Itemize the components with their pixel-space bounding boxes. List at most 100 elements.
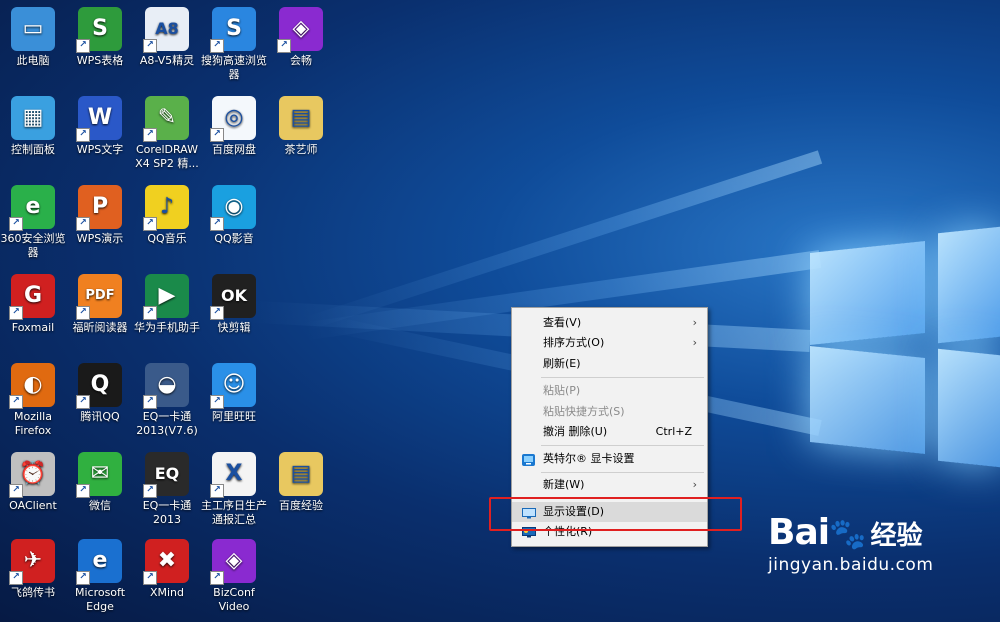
desktop-icon[interactable]: ▤ 茶艺师: [268, 96, 334, 157]
menu-item-view[interactable]: 查看(V) ›: [512, 313, 707, 333]
desktop-icon-label: EQ一卡通 2013: [142, 499, 192, 526]
desktop-icon[interactable]: W ↗ WPS文字: [67, 96, 133, 157]
desktop-icon[interactable]: ◐ ↗ Mozilla Firefox: [0, 363, 66, 438]
menu-separator: [541, 377, 704, 378]
desktop-icon[interactable]: ▭ 此电脑: [0, 7, 66, 68]
desktop-icon-label: QQ音乐: [147, 232, 187, 245]
shortcut-arrow-icon: ↗: [9, 395, 23, 409]
shortcut-arrow-icon: ↗: [143, 217, 157, 231]
desktop-icon-label: 腾讯QQ: [80, 410, 120, 423]
app-icon: X ↗: [210, 452, 256, 498]
desktop-icon-label: BizConf Video: [213, 586, 255, 613]
shortcut-arrow-icon: ↗: [143, 571, 157, 585]
shortcut-arrow-icon: ↗: [143, 395, 157, 409]
shortcut-arrow-icon: ↗: [9, 217, 23, 231]
desktop-icon-label: 360安全浏览器: [0, 232, 66, 259]
shortcut-arrow-icon: ↗: [76, 571, 90, 585]
app-icon: ▶ ↗: [143, 274, 189, 320]
shortcut-arrow-icon: ↗: [9, 484, 23, 498]
chevron-right-icon: ›: [692, 336, 697, 349]
desktop-icon-label: OAClient: [9, 499, 57, 512]
desktop-icon[interactable]: S ↗ 搜狗高速浏览器: [201, 7, 267, 82]
shortcut-arrow-icon: ↗: [277, 39, 291, 53]
shortcut-arrow-icon: ↗: [210, 571, 224, 585]
menu-separator: [541, 472, 704, 473]
highlight-box-display-settings: [489, 497, 742, 531]
desktop-icon[interactable]: ♪ ↗ QQ音乐: [134, 185, 200, 246]
desktop-icon[interactable]: ◒ ↗ EQ一卡通 2013(V7.6): [134, 363, 200, 438]
shortcut-arrow-icon: ↗: [76, 39, 90, 53]
desktop-icon[interactable]: G ↗ Foxmail: [0, 274, 66, 335]
desktop-icon[interactable]: ✉ ↗ 微信: [67, 452, 133, 513]
desktop-icon-label: 快剪辑: [217, 321, 251, 334]
desktop-icon[interactable]: P ↗ WPS演示: [67, 185, 133, 246]
menu-item-paste-shortcut: 粘贴快捷方式(S): [543, 405, 625, 418]
desktop-icon[interactable]: PDF ↗ 福昕阅读器: [67, 274, 133, 335]
desktop-icon[interactable]: ☺ ↗ 阿里旺旺: [201, 363, 267, 424]
app-icon: ▤: [279, 452, 323, 496]
desktop-icon[interactable]: ✎ ↗ CorelDRAW X4 SP2 精...: [134, 96, 200, 171]
menu-item-intel-graphics[interactable]: 英特尔® 显卡设置: [512, 449, 707, 469]
desktop-icon-label: 会畅: [290, 54, 312, 67]
app-icon: ▭: [11, 7, 55, 51]
menu-item-undo-delete[interactable]: 撤消 删除(U) Ctrl+Z: [512, 422, 707, 442]
shortcut-arrow-icon: ↗: [76, 306, 90, 320]
desktop-icon[interactable]: ◈ ↗ BizConf Video: [201, 539, 267, 614]
app-icon: ⏰ ↗: [9, 452, 55, 498]
desktop-icon[interactable]: EQ ↗ EQ一卡通 2013: [134, 452, 200, 527]
desktop-icon[interactable]: ✖ ↗ XMind: [134, 539, 200, 600]
app-icon: ◉ ↗: [210, 185, 256, 231]
desktop-icon-label: 福昕阅读器: [72, 321, 128, 334]
chevron-right-icon: ›: [692, 478, 697, 491]
shortcut-arrow-icon: ↗: [210, 395, 224, 409]
desktop-icon[interactable]: ◉ ↗ QQ影音: [201, 185, 267, 246]
app-icon: ◒ ↗: [143, 363, 189, 409]
desktop-icon[interactable]: ◈ ↗ 会畅: [268, 7, 334, 68]
desktop-icon[interactable]: ▶ ↗ 华为手机助手: [134, 274, 200, 335]
desktop-icon[interactable]: OK ↗ 快剪辑: [201, 274, 267, 335]
app-icon: A8 ↗: [143, 7, 189, 53]
desktop-icon[interactable]: ▦ 控制面板: [0, 96, 66, 157]
app-icon: Q ↗: [76, 363, 122, 409]
menu-item-sort[interactable]: 排序方式(O) ›: [512, 333, 707, 353]
app-icon: ♪ ↗: [143, 185, 189, 231]
menu-item-new[interactable]: 新建(W) ›: [512, 475, 707, 495]
app-icon: ▦: [11, 96, 55, 140]
app-icon: P ↗: [76, 185, 122, 231]
desktop-icon[interactable]: e ↗ Microsoft Edge: [67, 539, 133, 614]
shortcut-arrow-icon: ↗: [76, 128, 90, 142]
desktop-icon[interactable]: X ↗ 主工序日生产通报汇总: [201, 452, 267, 527]
desktop-icon-label: Foxmail: [11, 321, 55, 334]
app-icon: W ↗: [76, 96, 122, 142]
app-icon: e ↗: [9, 185, 55, 231]
desktop-icon[interactable]: e ↗ 360安全浏览器: [0, 185, 66, 260]
app-icon: e ↗: [76, 539, 122, 585]
menu-item-paste: 粘贴(P): [543, 384, 581, 397]
app-icon: ☺ ↗: [210, 363, 256, 409]
desktop-icon-label: Microsoft Edge: [74, 586, 126, 613]
app-icon: ◎ ↗: [210, 96, 256, 142]
desktop-icon-label: 百度网盘: [212, 143, 256, 156]
desktop-icon[interactable]: ◎ ↗ 百度网盘: [201, 96, 267, 157]
shortcut-arrow-icon: ↗: [210, 306, 224, 320]
desktop-icon-label: A8-V5精灵: [139, 54, 195, 67]
app-icon: ◐ ↗: [9, 363, 55, 409]
shortcut-arrow-icon: ↗: [210, 128, 224, 142]
desktop-icon[interactable]: ▤ 百度经验: [268, 452, 334, 513]
menu-item-refresh[interactable]: 刷新(E): [512, 354, 707, 374]
desktop-icon-label: QQ影音: [214, 232, 254, 245]
shortcut-arrow-icon: ↗: [76, 217, 90, 231]
shortcut-arrow-icon: ↗: [143, 128, 157, 142]
desktop-icon[interactable]: A8 ↗ A8-V5精灵: [134, 7, 200, 68]
desktop-icon[interactable]: ⏰ ↗ OAClient: [0, 452, 66, 513]
app-icon: ✎ ↗: [143, 96, 189, 142]
shortcut-arrow-icon: ↗: [9, 571, 23, 585]
desktop-icon[interactable]: ✈ ↗ 飞鸽传书: [0, 539, 66, 600]
app-icon: OK ↗: [210, 274, 256, 320]
shortcut-arrow-icon: ↗: [76, 484, 90, 498]
desktop-icon[interactable]: S ↗ WPS表格: [67, 7, 133, 68]
app-icon: ◈ ↗: [210, 539, 256, 585]
app-icon: EQ ↗: [143, 452, 189, 498]
desktop-icon[interactable]: Q ↗ 腾讯QQ: [67, 363, 133, 424]
desktop-icon-label: 华为手机助手: [134, 321, 200, 334]
